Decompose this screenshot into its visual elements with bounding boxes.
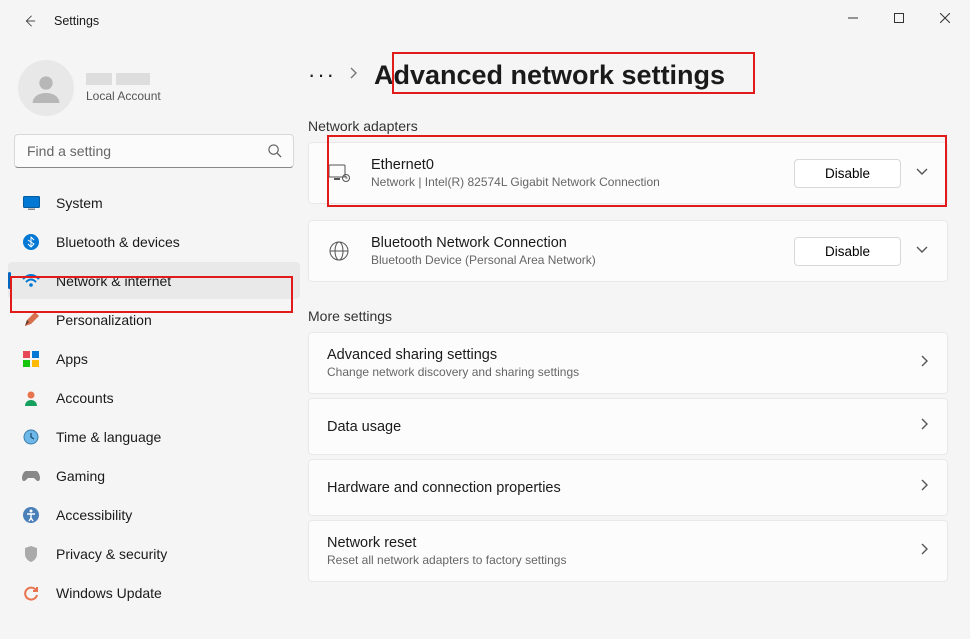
more-hardware[interactable]: Hardware and connection properties: [308, 459, 948, 516]
chevron-right-icon: [920, 542, 929, 561]
setting-name: Data usage: [327, 419, 920, 435]
gaming-icon: [22, 467, 40, 485]
chevron-right-icon: [920, 478, 929, 497]
sidebar-item-privacy[interactable]: Privacy & security: [8, 535, 300, 572]
search-input[interactable]: [14, 134, 294, 168]
personalization-icon: [22, 311, 40, 329]
chevron-down-icon[interactable]: [915, 242, 929, 260]
sidebar-item-personalization[interactable]: Personalization: [8, 301, 300, 338]
adapter-ethernet[interactable]: Ethernet0 Network | Intel(R) 82574L Giga…: [308, 142, 948, 204]
avatar-icon: [18, 60, 74, 116]
accessibility-icon: [22, 506, 40, 524]
sidebar-item-label: Accessibility: [56, 507, 132, 523]
breadcrumb-more[interactable]: ···: [308, 62, 336, 88]
search-icon: [267, 143, 282, 163]
setting-desc: Reset all network adapters to factory se…: [327, 553, 920, 567]
more-sharing[interactable]: Advanced sharing settings Change network…: [308, 332, 948, 394]
sidebar-item-label: Network & internet: [56, 273, 171, 289]
accounts-icon: [22, 389, 40, 407]
page-title: Advanced network settings: [368, 58, 731, 93]
disable-button[interactable]: Disable: [794, 159, 901, 188]
setting-name: Network reset: [327, 535, 920, 551]
setting-name: Advanced sharing settings: [327, 347, 920, 363]
more-reset[interactable]: Network reset Reset all network adapters…: [308, 520, 948, 582]
sidebar-item-update[interactable]: Windows Update: [8, 574, 300, 611]
chevron-right-icon: [920, 354, 929, 373]
section-adapters: Network adapters: [308, 118, 948, 134]
time-icon: [22, 428, 40, 446]
setting-desc: Change network discovery and sharing set…: [327, 365, 920, 379]
ethernet-icon: [327, 164, 351, 182]
maximize-button[interactable]: [876, 2, 922, 34]
sidebar-item-label: Accounts: [56, 390, 114, 406]
system-icon: [22, 194, 40, 212]
sidebar-item-label: System: [56, 195, 103, 211]
minimize-button[interactable]: [830, 2, 876, 34]
sidebar-item-label: Time & language: [56, 429, 161, 445]
sidebar-item-time[interactable]: Time & language: [8, 418, 300, 455]
adapter-name: Bluetooth Network Connection: [371, 235, 794, 251]
setting-name: Hardware and connection properties: [327, 480, 920, 496]
adapter-bluetooth[interactable]: Bluetooth Network Connection Bluetooth D…: [308, 220, 948, 282]
disable-button[interactable]: Disable: [794, 237, 901, 266]
adapter-desc: Network | Intel(R) 82574L Gigabit Networ…: [371, 175, 794, 189]
window-title: Settings: [54, 14, 99, 28]
update-icon: [22, 584, 40, 602]
sidebar-item-accessibility[interactable]: Accessibility: [8, 496, 300, 533]
apps-icon: [22, 350, 40, 368]
account-text: Local Account: [86, 73, 161, 103]
chevron-down-icon[interactable]: [915, 164, 929, 182]
sidebar-item-label: Gaming: [56, 468, 105, 484]
account-type: Local Account: [86, 89, 161, 103]
sidebar-item-label: Bluetooth & devices: [56, 234, 180, 250]
bluetooth-icon: [22, 233, 40, 251]
more-data-usage[interactable]: Data usage: [308, 398, 948, 455]
close-button[interactable]: [922, 2, 968, 34]
sidebar-item-accounts[interactable]: Accounts: [8, 379, 300, 416]
sidebar-item-apps[interactable]: Apps: [8, 340, 300, 377]
sidebar-item-bluetooth[interactable]: Bluetooth & devices: [8, 223, 300, 260]
privacy-icon: [22, 545, 40, 563]
account-info[interactable]: Local Account: [0, 52, 308, 134]
network-icon: [22, 272, 40, 290]
sidebar-item-gaming[interactable]: Gaming: [8, 457, 300, 494]
sidebar-item-label: Personalization: [56, 312, 152, 328]
sidebar-item-label: Windows Update: [56, 585, 162, 601]
chevron-right-icon: [920, 417, 929, 436]
adapter-desc: Bluetooth Device (Personal Area Network): [371, 253, 794, 267]
sidebar-item-network[interactable]: Network & internet: [8, 262, 300, 299]
adapter-name: Ethernet0: [371, 157, 794, 173]
sidebar-item-label: Apps: [56, 351, 88, 367]
section-more: More settings: [308, 308, 948, 324]
bluetooth-network-icon: [327, 241, 351, 261]
sidebar-item-label: Privacy & security: [56, 546, 167, 562]
back-button[interactable]: [22, 14, 36, 28]
sidebar-item-system[interactable]: System: [8, 184, 300, 221]
chevron-right-icon: [348, 66, 358, 84]
